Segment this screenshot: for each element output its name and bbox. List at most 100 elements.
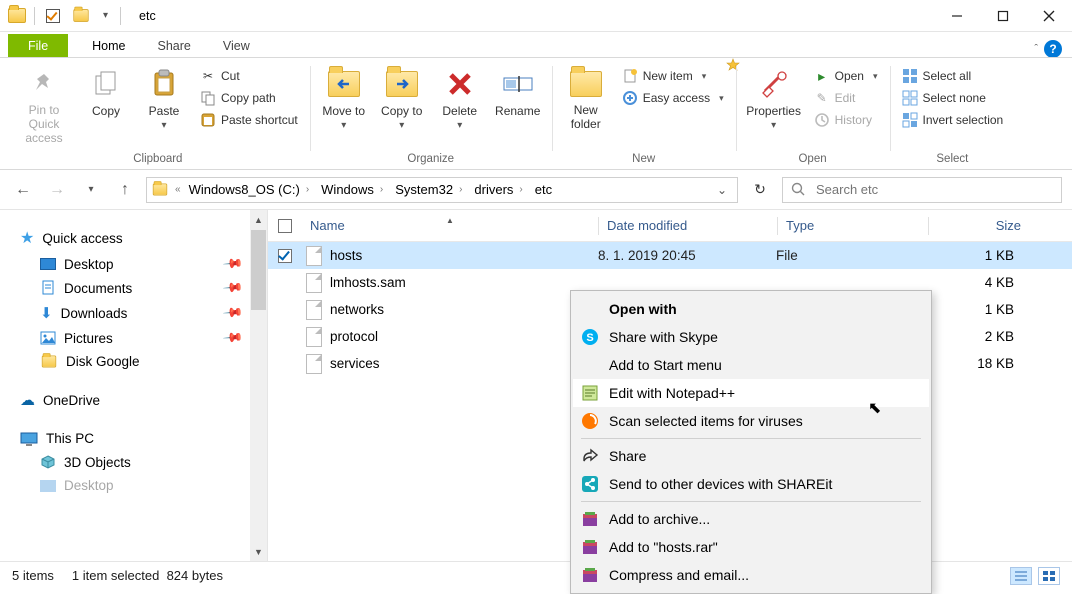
help-icon[interactable]: ? bbox=[1044, 40, 1062, 58]
back-button[interactable]: ← bbox=[10, 177, 36, 203]
select-all-checkbox[interactable] bbox=[278, 219, 292, 233]
open-icon: ▸ bbox=[814, 68, 830, 84]
col-type[interactable]: Type bbox=[778, 218, 928, 233]
nav-bar: ← → ▾ ↑ « Windows8_OS (C:)› Windows› Sys… bbox=[0, 170, 1072, 210]
tab-share[interactable]: Share bbox=[142, 34, 207, 58]
ctx-edit-notepadpp[interactable]: Edit with Notepad++ bbox=[573, 379, 929, 407]
ctx-send-shareit[interactable]: Send to other devices with SHAREit bbox=[573, 470, 929, 498]
file-row[interactable]: hosts8. 1. 2019 20:45File1 KB bbox=[268, 242, 1072, 269]
search-icon bbox=[791, 182, 806, 197]
ctx-add-hosts-rar[interactable]: Add to "hosts.rar" bbox=[573, 533, 929, 561]
ribbon: Pin to Quick access Copy Paste ▾ ✂Cut Co… bbox=[0, 58, 1072, 170]
edit-button[interactable]: ✎Edit bbox=[808, 88, 884, 108]
winrar-icon bbox=[581, 566, 599, 584]
maximize-button[interactable] bbox=[980, 0, 1026, 32]
copy-to-button[interactable]: Copy to▾ bbox=[374, 64, 430, 135]
properties-icon bbox=[758, 68, 790, 100]
col-date[interactable]: Date modified bbox=[599, 218, 777, 233]
sidebar-scrollbar[interactable]: ▲ ▼ bbox=[250, 210, 267, 561]
ctx-compress-email[interactable]: Compress and email... bbox=[573, 561, 929, 589]
sidebar-this-pc[interactable]: This PC bbox=[18, 427, 261, 450]
copy-button[interactable]: Copy bbox=[78, 64, 134, 122]
scroll-down-icon[interactable]: ▼ bbox=[251, 543, 266, 560]
breadcrumb-root-caret[interactable]: « bbox=[173, 184, 183, 195]
title-bar: ▾ etc bbox=[0, 0, 1072, 32]
address-bar[interactable]: « Windows8_OS (C:)› Windows› System32› d… bbox=[146, 177, 738, 203]
folder-icon bbox=[42, 356, 56, 368]
sidebar-item-desktop[interactable]: Desktop📌 bbox=[18, 252, 261, 276]
col-name[interactable]: Name▲ bbox=[302, 218, 598, 233]
file-name: services bbox=[330, 356, 380, 371]
tab-file[interactable]: File bbox=[8, 34, 68, 58]
breadcrumb-seg-1[interactable]: Windows› bbox=[317, 182, 389, 197]
collapse-ribbon-icon[interactable]: ˆ bbox=[1034, 43, 1038, 55]
open-button[interactable]: ▸Open▾ bbox=[808, 66, 884, 86]
sidebar-item-downloads[interactable]: ⬇Downloads📌 bbox=[18, 300, 261, 326]
pc-icon bbox=[20, 432, 38, 446]
pin-icon: 📌 bbox=[222, 277, 245, 300]
qat-new-folder-icon[interactable] bbox=[71, 6, 91, 26]
close-button[interactable] bbox=[1026, 0, 1072, 32]
breadcrumb-seg-4[interactable]: etc bbox=[531, 182, 556, 197]
breadcrumb-seg-2[interactable]: System32› bbox=[391, 182, 468, 197]
sidebar-onedrive[interactable]: ☁OneDrive bbox=[18, 387, 261, 413]
search-input[interactable] bbox=[814, 181, 1053, 198]
copy-path-button[interactable]: Copy path bbox=[194, 88, 304, 108]
sidebar-item-disk-google[interactable]: Disk Google bbox=[18, 350, 261, 373]
properties-button[interactable]: Properties▾ bbox=[742, 64, 806, 135]
pin-to-quick-access-button[interactable]: Pin to Quick access bbox=[12, 64, 76, 149]
onedrive-icon: ☁ bbox=[20, 391, 35, 409]
sidebar-item-pictures[interactable]: Pictures📌 bbox=[18, 326, 261, 350]
breadcrumb-seg-3[interactable]: drivers› bbox=[470, 182, 528, 197]
blank-icon bbox=[581, 356, 599, 374]
file-type: File bbox=[776, 248, 926, 263]
paste-button[interactable]: Paste ▾ bbox=[136, 64, 192, 135]
tab-view[interactable]: View bbox=[207, 34, 266, 58]
view-details-button[interactable] bbox=[1010, 567, 1032, 585]
tab-home[interactable]: Home bbox=[76, 34, 141, 58]
cut-button[interactable]: ✂Cut bbox=[194, 66, 304, 86]
scroll-up-icon[interactable]: ▲ bbox=[251, 211, 266, 228]
forward-button[interactable]: → bbox=[44, 177, 70, 203]
new-folder-button[interactable]: New folder bbox=[558, 64, 614, 136]
ctx-open-with[interactable]: Open with bbox=[573, 295, 929, 323]
sidebar-quick-access[interactable]: ★ Quick access bbox=[18, 224, 261, 252]
address-dropdown-icon[interactable]: ⌄ bbox=[711, 183, 733, 197]
minimize-button[interactable] bbox=[934, 0, 980, 32]
history-button[interactable]: History bbox=[808, 110, 884, 130]
file-size: 1 KB bbox=[926, 248, 1026, 263]
pin-icon: 📌 bbox=[222, 327, 245, 350]
sidebar-item-documents[interactable]: Documents📌 bbox=[18, 276, 261, 300]
up-button[interactable]: ↑ bbox=[112, 177, 138, 203]
scroll-thumb[interactable] bbox=[251, 230, 266, 310]
new-item-button[interactable]: New item▾ bbox=[616, 66, 730, 86]
rename-button[interactable]: Rename bbox=[490, 64, 546, 122]
paste-dropdown-icon[interactable]: ▾ bbox=[161, 120, 166, 131]
qat-properties-icon[interactable] bbox=[43, 6, 63, 26]
select-none-button[interactable]: Select none bbox=[896, 88, 1010, 108]
ctx-share[interactable]: Share bbox=[573, 442, 929, 470]
recent-dropdown-icon[interactable]: ▾ bbox=[78, 177, 104, 203]
move-to-button[interactable]: Move to▾ bbox=[316, 64, 372, 135]
qat-dropdown-icon[interactable]: ▾ bbox=[99, 10, 112, 21]
row-checkbox[interactable] bbox=[278, 249, 292, 263]
col-size[interactable]: Size bbox=[929, 218, 1029, 233]
skype-icon: S bbox=[581, 328, 599, 346]
easy-access-button[interactable]: Easy access▾ bbox=[616, 88, 730, 108]
breadcrumb-seg-0[interactable]: Windows8_OS (C:)› bbox=[185, 182, 316, 197]
ctx-add-archive[interactable]: Add to archive... bbox=[573, 505, 929, 533]
view-large-icons-button[interactable] bbox=[1038, 567, 1060, 585]
context-menu: Open with SShare with Skype Add to Start… bbox=[570, 290, 932, 594]
ctx-add-start[interactable]: Add to Start menu bbox=[573, 351, 929, 379]
ribbon-group-open: Properties▾ ▸Open▾ ✎Edit History Open bbox=[736, 62, 890, 169]
select-all-button[interactable]: Select all bbox=[896, 66, 1010, 86]
ctx-share-skype[interactable]: SShare with Skype bbox=[573, 323, 929, 351]
invert-selection-button[interactable]: Invert selection bbox=[896, 110, 1010, 130]
sidebar-item-3d-objects[interactable]: 3D Objects bbox=[18, 450, 261, 474]
ctx-scan-virus[interactable]: Scan selected items for viruses bbox=[573, 407, 929, 435]
delete-button[interactable]: Delete▾ bbox=[432, 64, 488, 135]
refresh-button[interactable]: ↻ bbox=[746, 177, 774, 203]
paste-shortcut-button[interactable]: Paste shortcut bbox=[194, 110, 304, 130]
search-box[interactable] bbox=[782, 177, 1062, 203]
sidebar-item-pc-desktop[interactable]: Desktop bbox=[18, 474, 261, 497]
